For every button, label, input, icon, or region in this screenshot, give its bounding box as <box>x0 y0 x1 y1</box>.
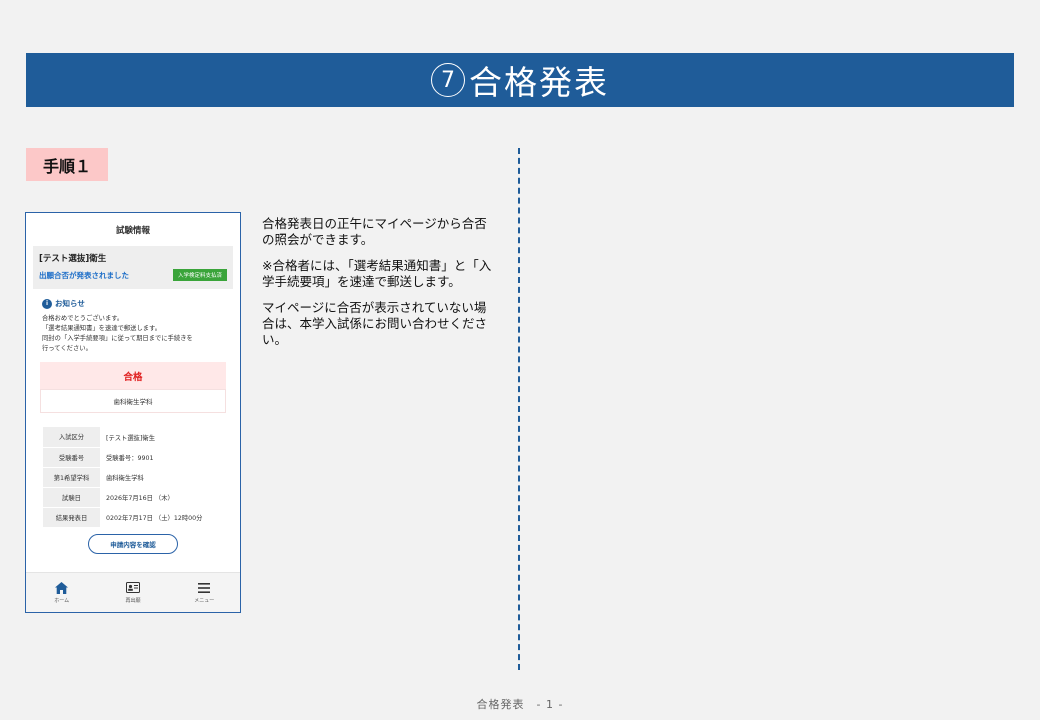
dashed-divider <box>518 148 520 670</box>
exam-status: 出願合否が発表されました <box>39 270 129 280</box>
fee-paid-badge: 入学検定料支払済 <box>172 269 227 281</box>
confirm-application-button[interactable]: 申請内容を確認 <box>88 533 178 554</box>
notice-line: 行ってください。 <box>42 345 92 352</box>
table-key: 試験日 <box>43 487 100 508</box>
notice-line: 同封の「入学手続要項」に従って期日までに手続きを <box>42 335 193 342</box>
table-row: 結果発表日 0202年7月17日 （土）12時00分 <box>43 507 223 528</box>
exam-details-table: 入試区分 [テスト選抜]衛生 受験番号 受験番号：9901 第1希望学科 歯科衛… <box>43 427 223 528</box>
id-card-icon <box>125 582 140 594</box>
page-title: 合格発表 <box>469 63 609 102</box>
notice-line: 「選考結果通知書」を速達で郵送します。 <box>42 325 162 332</box>
table-value: 0202年7月17日 （土）12時00分 <box>106 514 203 522</box>
table-value: 2026年7月16日 （木） <box>106 494 174 502</box>
table-key: 入試区分 <box>43 427 100 448</box>
table-row: 入試区分 [テスト選抜]衛生 <box>43 427 223 448</box>
table-value: 受験番号：9901 <box>106 454 154 462</box>
table-value: [テスト選抜]衛生 <box>106 434 155 442</box>
title-number: 7 <box>431 63 465 97</box>
department-box: 歯科衛生学科 <box>40 389 226 413</box>
title-inner: 7 合格発表 <box>431 56 609 104</box>
menu-icon <box>198 582 211 594</box>
notice-body: 合格おめでとうございます。 「選考結果通知書」を速達で郵送します。 同封の「入学… <box>42 314 230 354</box>
instruction-text: 合格発表日の正午にマイページから合否の照会ができます。 ※合格者には、「選考結果… <box>262 216 494 358</box>
nav-label: メニュー <box>194 597 215 604</box>
table-key: 受験番号 <box>43 447 100 468</box>
nav-item-home[interactable]: ホーム <box>32 581 92 604</box>
table-key: 結果発表日 <box>43 507 100 528</box>
notice-title: お知らせ <box>55 299 85 308</box>
instruction-paragraph: マイページに合否が表示されていない場合は、本学入試係にお問い合わせください。 <box>262 300 488 347</box>
info-icon: i <box>42 298 52 309</box>
notice-line: 合格おめでとうございます。 <box>42 315 124 322</box>
table-row: 受験番号 受験番号：9901 <box>43 447 223 468</box>
nav-item-menu[interactable]: メニュー <box>174 582 234 604</box>
table-key: 第1希望学科 <box>43 467 100 488</box>
instruction-paragraph: 合格発表日の正午にマイページから合否の照会ができます。 <box>262 216 487 247</box>
exam-name: [テスト選抜]衛生 <box>39 254 107 264</box>
phone-header-title: 試験情報 <box>115 225 150 236</box>
notice-heading: i お知らせ <box>42 298 240 309</box>
nav-label: ホーム <box>54 597 70 604</box>
exam-row: 出願合否が発表されました 入学検定料支払済 <box>39 269 227 281</box>
title-bar: 7 合格発表 <box>26 53 1014 107</box>
phone-screenshot: 試験情報 [テスト選抜]衛生 出願合否が発表されました 入学検定料支払済 i お… <box>25 212 241 613</box>
page-footer: 合格発表 - 1 - <box>476 698 564 711</box>
bottom-nav: ホーム 再出願 メニュー <box>26 572 240 612</box>
table-row: 第1希望学科 歯科衛生学科 <box>43 467 223 488</box>
exam-card[interactable]: [テスト選抜]衛生 出願合否が発表されました 入学検定料支払済 <box>33 246 233 289</box>
home-icon <box>55 581 69 594</box>
nav-item-reapply[interactable]: 再出願 <box>103 582 163 604</box>
instruction-paragraph: ※合格者には、「選考結果通知書」と「入学手続要項」を速達で郵送します。 <box>262 258 492 289</box>
table-row: 試験日 2026年7月16日 （木） <box>43 487 223 508</box>
nav-label: 再出願 <box>125 597 141 604</box>
result-banner: 合格 <box>40 362 226 389</box>
table-value: 歯科衛生学科 <box>106 474 144 482</box>
step-badge: 手順１ <box>26 148 108 181</box>
